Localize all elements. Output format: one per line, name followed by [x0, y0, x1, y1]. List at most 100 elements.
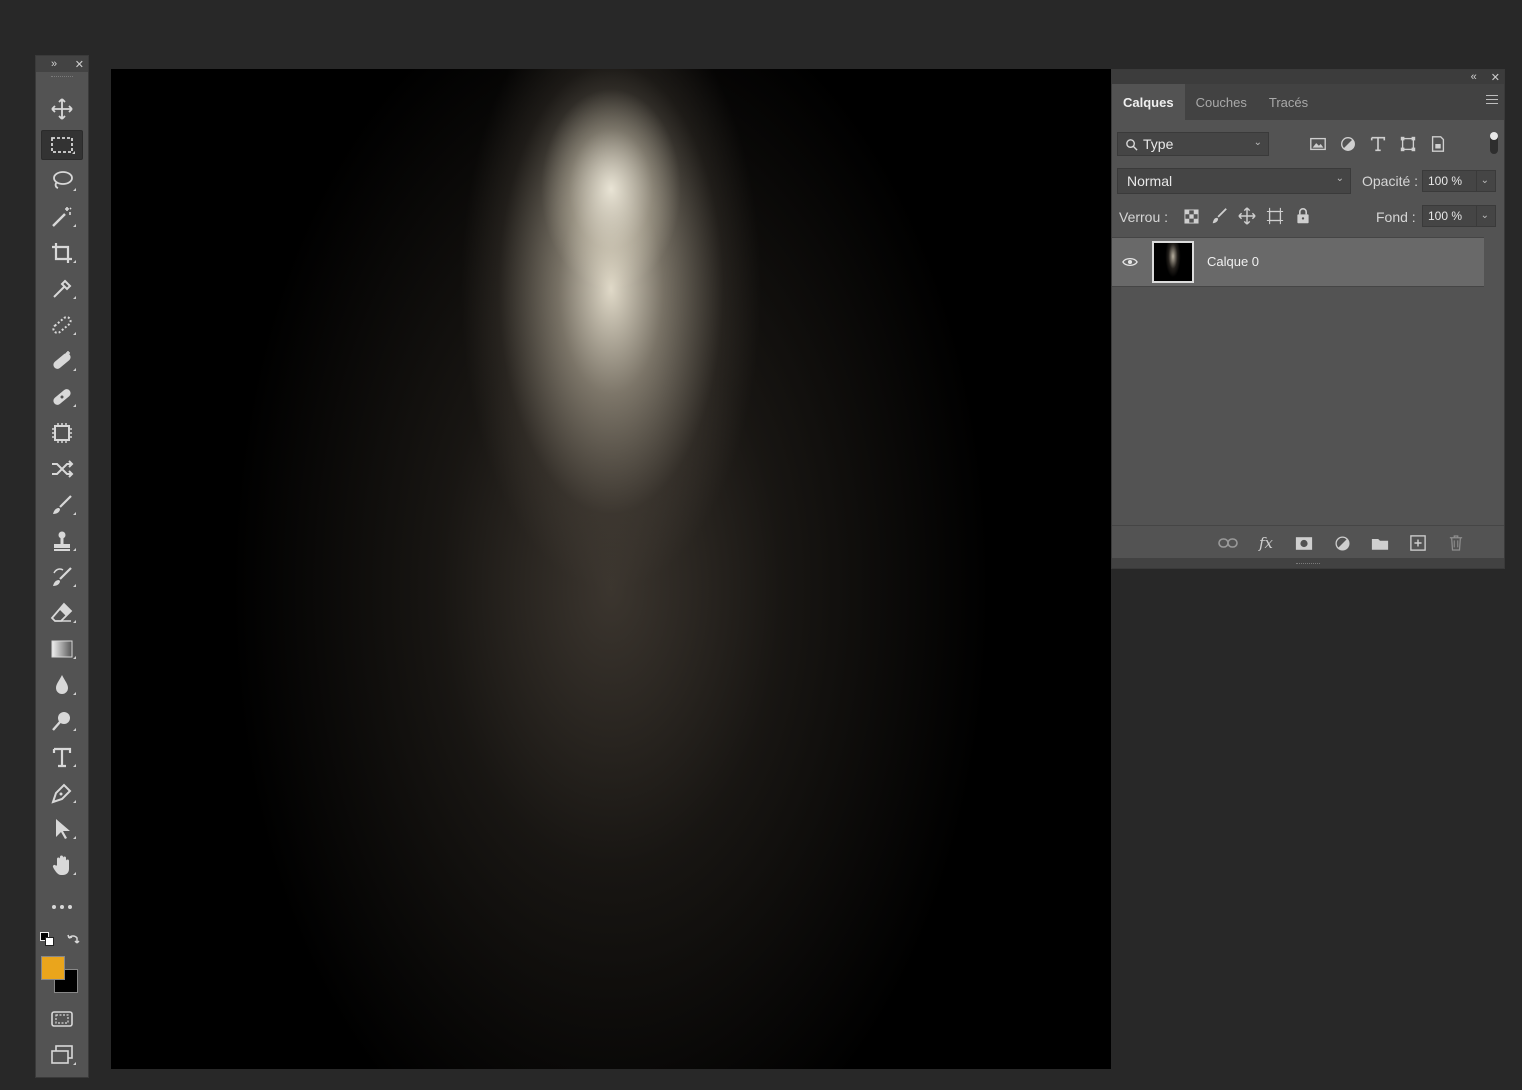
layer-thumbnail[interactable]	[1152, 241, 1194, 283]
adjustment-icon	[1341, 137, 1355, 151]
type-icon	[1370, 136, 1386, 152]
filter-type-button[interactable]	[1368, 134, 1388, 154]
add-mask-button[interactable]	[1294, 533, 1314, 553]
filter-toggle-switch[interactable]	[1490, 132, 1498, 154]
lock-all-button[interactable]	[1292, 206, 1314, 226]
blend-mode-select[interactable]: Normal ⌄	[1117, 168, 1351, 194]
close-panel-button[interactable]: ✕	[75, 58, 84, 71]
layers-panel: « ✕ Calques Couches Tracés Type ⌄ Normal…	[1111, 69, 1505, 569]
layers-scrollbar[interactable]	[1484, 237, 1504, 527]
screen-mode-button[interactable]	[41, 1040, 83, 1070]
rectangular-marquee-tool[interactable]	[41, 130, 83, 160]
swap-icon	[67, 934, 80, 944]
tab-calques[interactable]: Calques	[1112, 84, 1185, 120]
edit-toolbar-button[interactable]	[41, 892, 83, 922]
content-aware-tool[interactable]	[41, 418, 83, 448]
history-brush-icon	[53, 567, 72, 586]
layer-name[interactable]: Calque 0	[1207, 254, 1259, 269]
tab-traces[interactable]: Tracés	[1258, 84, 1319, 120]
tab-couches[interactable]: Couches	[1185, 84, 1258, 120]
mask-icon	[1295, 536, 1313, 550]
pen-icon	[51, 783, 72, 804]
filter-shape-button[interactable]	[1398, 134, 1418, 154]
crossed-arrows-icon	[52, 460, 74, 478]
new-layer-button[interactable]	[1408, 533, 1428, 553]
filter-value: Type	[1143, 136, 1174, 152]
new-group-button[interactable]	[1370, 533, 1390, 553]
brush-icon	[1212, 208, 1227, 224]
expand-panel-button[interactable]: »	[51, 58, 57, 70]
eyedropper-tool[interactable]	[41, 274, 83, 304]
layer-style-button[interactable]: fx	[1256, 533, 1276, 553]
foreground-color-swatch[interactable]	[41, 956, 65, 980]
magic-wand-tool[interactable]	[41, 202, 83, 232]
filter-smart-object-button[interactable]	[1428, 134, 1448, 154]
spot-healing-icon	[52, 316, 72, 334]
pen-tool[interactable]	[41, 778, 83, 808]
lock-icon	[1297, 208, 1309, 224]
collapse-panel-button[interactable]: «	[1471, 71, 1477, 83]
crop-icon	[52, 243, 72, 263]
lock-icons	[1180, 206, 1314, 226]
clone-stamp-tool[interactable]	[41, 526, 83, 556]
panel-menu-icon[interactable]	[1486, 95, 1498, 107]
move-icon	[1238, 207, 1256, 225]
smart-object-icon	[1431, 136, 1445, 152]
fill-input[interactable]: 100 % ⌄	[1422, 205, 1496, 227]
link-layers-button[interactable]	[1218, 533, 1238, 553]
filter-pixel-button[interactable]	[1308, 134, 1328, 154]
lock-transparency-button[interactable]	[1180, 206, 1202, 226]
lock-position-button[interactable]	[1236, 206, 1258, 226]
type-tool[interactable]	[41, 742, 83, 772]
filter-adjustment-button[interactable]	[1338, 134, 1358, 154]
gradient-tool[interactable]	[41, 634, 83, 664]
screen-mode-icon	[51, 1045, 73, 1064]
chevron-down-icon[interactable]: ⌄	[1481, 175, 1489, 186]
layers-panel-titlebar: « ✕	[1112, 70, 1504, 84]
checker-icon	[1183, 208, 1199, 224]
layer-filter-select[interactable]: Type ⌄	[1117, 132, 1269, 156]
panel-resize-grip[interactable]	[1112, 558, 1504, 568]
lock-pixels-button[interactable]	[1208, 206, 1230, 226]
eraser-tool[interactable]	[41, 598, 83, 628]
document-canvas[interactable]	[111, 69, 1111, 1069]
filter-kind-icons	[1308, 134, 1448, 154]
layer-row[interactable]: Calque 0	[1112, 237, 1485, 287]
image-icon	[1310, 137, 1326, 151]
history-brush-tool[interactable]	[41, 562, 83, 592]
patch-tool[interactable]	[41, 382, 83, 412]
bandage-icon	[53, 389, 71, 405]
lasso-tool[interactable]	[41, 166, 83, 196]
dodge-tool[interactable]	[41, 706, 83, 736]
new-adjustment-button[interactable]	[1332, 533, 1352, 553]
eye-icon[interactable]	[1122, 255, 1138, 273]
brush-icon	[53, 495, 72, 514]
chevron-down-icon[interactable]: ⌄	[1481, 210, 1489, 221]
spot-healing-tool[interactable]	[41, 310, 83, 340]
path-selection-tool[interactable]	[41, 814, 83, 844]
swap-colors-button[interactable]	[66, 932, 80, 946]
hand-tool[interactable]	[41, 850, 83, 880]
close-panel-button[interactable]: ✕	[1491, 71, 1500, 84]
adjustment-icon	[1334, 535, 1350, 551]
brush-tool[interactable]	[41, 490, 83, 520]
type-icon	[52, 747, 72, 768]
opacity-input[interactable]: 100 % ⌄	[1422, 170, 1496, 192]
delete-layer-button[interactable]	[1446, 533, 1466, 553]
healing-brush-tool[interactable]	[41, 346, 83, 376]
plus-square-icon	[1410, 535, 1426, 551]
blur-tool[interactable]	[41, 670, 83, 700]
lock-artboard-button[interactable]	[1264, 206, 1286, 226]
default-colors-button[interactable]	[40, 932, 54, 946]
red-eye-tool[interactable]	[41, 454, 83, 484]
move-tool[interactable]	[41, 94, 83, 124]
quick-mask-button[interactable]	[41, 1004, 83, 1034]
default-colors-icon	[40, 932, 54, 946]
fill-label: Fond :	[1376, 209, 1416, 225]
blend-mode-value: Normal	[1127, 173, 1173, 189]
crop-tool[interactable]	[41, 238, 83, 268]
hand-icon	[52, 855, 69, 875]
magic-wand-icon	[52, 207, 72, 227]
panel-grip[interactable]	[36, 72, 88, 80]
lock-label: Verrou :	[1119, 209, 1169, 225]
